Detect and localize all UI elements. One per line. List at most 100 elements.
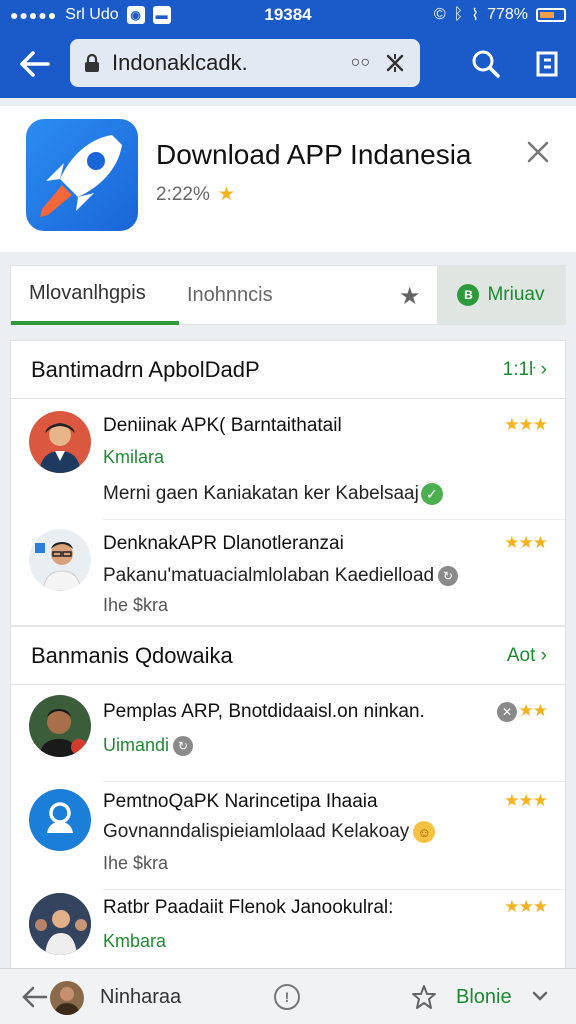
rating-stars: ★★★: [504, 415, 548, 434]
info-icon[interactable]: !: [274, 984, 300, 1010]
check-green-icon: ✓: [420, 483, 443, 505]
divider: [103, 519, 565, 520]
item-subtitle-text: Ihe $kra: [103, 595, 169, 615]
person-avatar-icon: [39, 709, 87, 757]
star-outline-icon[interactable]: [410, 983, 438, 1011]
tab-right-button[interactable]: B Mriuav: [437, 266, 565, 324]
tab-active[interactable]: Mlovanlhgpis: [11, 265, 179, 325]
badge-icon: B: [457, 284, 480, 306]
bluetooth-icon: ᛒ: [453, 6, 464, 23]
browser-toolbar: Indonaklcadk. ○○: [0, 30, 576, 98]
item-title: DenknakAPR Dlanotleranzai: [103, 533, 344, 554]
menu-button[interactable]: [518, 30, 576, 98]
person-avatar-icon: [50, 981, 84, 1015]
avatar: [29, 411, 91, 473]
notification-icon: ◉: [126, 6, 145, 24]
signal-icon: ●●●●●: [10, 7, 58, 23]
rating-stars: ★★★: [504, 791, 548, 810]
status-right: © ᛒ ⌇ 778%: [434, 5, 566, 25]
section-header-1: Bantimadrn ApbolDadP 1:1ŀ ›: [11, 341, 565, 399]
item-subtitle: Uimandi ↻: [103, 735, 194, 757]
section-link-2[interactable]: Aot ›: [507, 645, 547, 667]
carrier-label: Srl Udo: [65, 6, 119, 23]
chevron-down-icon[interactable]: [532, 989, 548, 1003]
tab-second[interactable]: Inohnncis: [179, 265, 273, 325]
menu-icon: [536, 51, 558, 77]
close-icon[interactable]: [524, 138, 552, 166]
search-button[interactable]: [454, 30, 518, 98]
url-actions: ○○: [351, 52, 406, 74]
content-panel: Bantimadrn ApbolDadP 1:1ŀ › Deniinak APK…: [10, 340, 566, 970]
url-text[interactable]: Indonaklcadk.: [112, 50, 351, 76]
back-arrow-icon[interactable]: [22, 985, 48, 1009]
section-link-1[interactable]: 1:1ŀ ›: [503, 359, 547, 381]
smile-icon: ☺: [413, 821, 436, 843]
lock-icon: [85, 53, 99, 72]
toolbar-right: [454, 30, 576, 98]
app-header-card: Download APP Indanesia 2:22% ★: [0, 106, 576, 252]
item-subtitle: Kmbara: [103, 931, 167, 951]
rating-stars-value: ★★: [518, 701, 549, 720]
group-avatar-icon: [29, 893, 91, 955]
person-avatar-icon: [39, 423, 81, 473]
sync-icon: ©: [433, 6, 446, 23]
list-item[interactable]: Deniinak APK( Barntaithatail Kmilara Mer…: [11, 401, 565, 519]
item-subtitle-text: Ihe $kra: [103, 853, 169, 873]
avatar: [29, 695, 91, 757]
status-bar: ●●●●● Srl Udo ◉ ▬ 19384 © ᛒ ⌇ 778%: [0, 0, 576, 30]
url-bar[interactable]: Indonaklcadk. ○○: [70, 39, 420, 87]
item-desc: Pakanu'matuacialmlolaban Kaedielload ↻: [103, 565, 459, 587]
section-title-2: Banmanis Qdowaika: [31, 642, 233, 668]
app-icon[interactable]: [26, 119, 138, 231]
tab-right-label: Mriuav: [487, 284, 545, 305]
rocket-icon: [40, 135, 122, 217]
bottom-user-name: Ninharaa: [100, 986, 182, 1008]
favorite-star-icon[interactable]: ★: [399, 282, 421, 311]
list-item[interactable]: PemtnoQaPK Narincetipa Ihaaia Govnanndal…: [11, 783, 565, 889]
status-left: ●●●●● Srl Udo ◉ ▬: [10, 6, 171, 24]
item-title: Ratbr Paadaiit Flenok Janookulral:: [103, 897, 394, 918]
item-subtitle: Ihe $kra: [103, 595, 168, 616]
tab-bar: Mlovanlhgpis Inohnncis ★ B Mriuav: [10, 265, 566, 325]
star-icon: ★: [217, 184, 235, 205]
rating-stars: ★★★: [504, 533, 548, 552]
section-title-1: Bantimadrn ApbolDadP: [31, 356, 260, 382]
user-profile-icon: [47, 802, 73, 833]
clear-icon[interactable]: [384, 52, 406, 74]
back-arrow-icon: [20, 51, 50, 77]
list-item[interactable]: DenknakAPR Dlanotleranzai Pakanu'matuaci…: [11, 521, 565, 621]
rating-stars: ✕ ★★: [493, 701, 549, 722]
avatar: [29, 529, 91, 591]
battery-icon: [536, 8, 566, 22]
item-title: PemtnoQaPK Narincetipa Ihaaia: [103, 791, 378, 812]
avatar: [29, 893, 91, 955]
bottom-action-label[interactable]: Blonie: [456, 986, 512, 1009]
back-button[interactable]: [0, 30, 70, 98]
section-link-2-label: Aot: [506, 645, 536, 666]
list-item[interactable]: Ratbr Paadaiit Flenok Janookulral: Kmbar…: [11, 891, 565, 971]
wifi-icon: ⌇: [471, 7, 480, 24]
item-title: Pemplas ARP, Bnotdidaaisl.on ninkan.: [103, 701, 425, 722]
search-icon: [472, 50, 500, 78]
item-title: Deniinak APK( Barntaithatail: [103, 415, 342, 436]
app-rating-value: 2:22%: [156, 183, 210, 205]
item-desc-text: Pakanu'matuacialmlolaban Kaedielload: [103, 565, 435, 586]
section-link-1-label: 1:1ŀ: [502, 359, 536, 380]
app-rating: 2:22% ★: [156, 183, 235, 206]
item-desc-text: Govnanndalispieiamlolaad Kelakoay: [103, 821, 410, 843]
item-subtitle: Kmilara: [103, 447, 165, 467]
item-subtitle-text: Uimandi: [103, 735, 170, 755]
divider: [103, 889, 565, 890]
bottom-bar: Ninharaa ! Blonie: [0, 968, 576, 1024]
section-header-2: Banmanis Qdowaika Aot ›: [11, 627, 565, 685]
list-item[interactable]: Pemplas ARP, Bnotdidaaisl.on ninkan. Uim…: [11, 687, 565, 781]
avatar: [29, 789, 91, 851]
divider: [103, 781, 565, 782]
battery-percent: 778%: [487, 6, 528, 23]
reader-icon[interactable]: ○○: [351, 54, 370, 72]
info-grey-icon: ↻: [173, 736, 194, 757]
info-grey-icon: ↻: [438, 565, 459, 586]
avatar[interactable]: [50, 981, 84, 1015]
item-desc: Govnanndalispieiamlolaad Kelakoay ☺: [103, 821, 436, 843]
person-avatar-icon: [35, 542, 82, 591]
